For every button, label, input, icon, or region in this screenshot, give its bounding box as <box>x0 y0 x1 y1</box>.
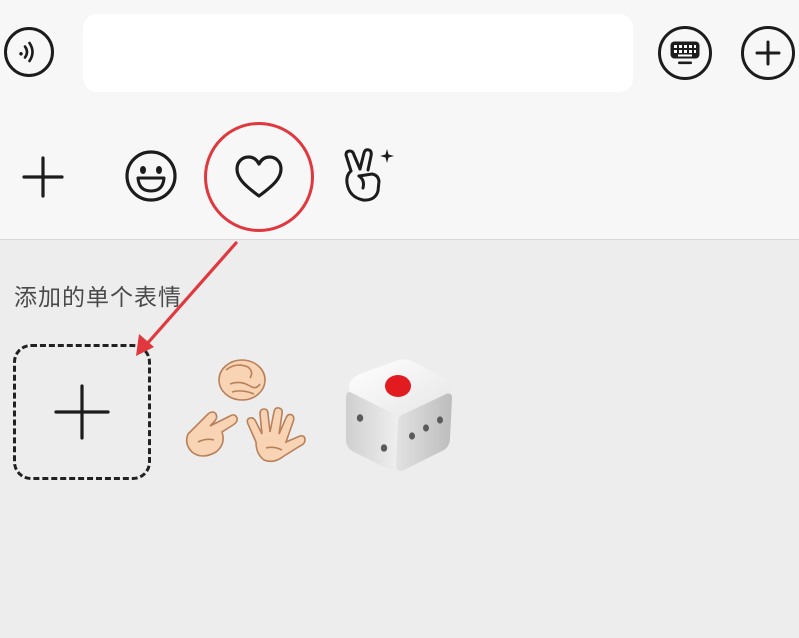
keyboard-button[interactable] <box>658 26 712 80</box>
favorites-highlight-circle <box>204 122 314 232</box>
keyboard-icon <box>670 41 700 65</box>
plus-icon <box>22 156 64 198</box>
sticker-dice[interactable] <box>340 352 458 476</box>
emoji-tab-bar <box>0 122 799 240</box>
tab-emoji[interactable] <box>122 147 180 205</box>
rock-paper-scissors-icon <box>185 359 306 463</box>
tab-add[interactable] <box>18 152 68 202</box>
message-input[interactable] <box>83 14 633 92</box>
smiley-icon <box>125 150 177 202</box>
plus-icon <box>54 384 110 440</box>
tab-favorites[interactable] <box>204 122 314 232</box>
victory-hand-sparkle-icon <box>344 148 394 202</box>
voice-wave-icon <box>19 41 34 63</box>
tab-gesture[interactable] <box>340 147 398 205</box>
plus-circle-icon <box>755 40 781 66</box>
section-title: 添加的单个表情 <box>14 285 182 311</box>
sticker-rock-paper-scissors[interactable] <box>178 356 306 474</box>
add-sticker-button[interactable] <box>13 344 151 480</box>
more-functions-button[interactable] <box>741 26 795 80</box>
dice-icon <box>346 359 452 471</box>
favorites-panel: 添加的单个表情 <box>0 240 799 638</box>
voice-input-button[interactable] <box>4 27 54 77</box>
chat-input-bar <box>0 0 799 122</box>
